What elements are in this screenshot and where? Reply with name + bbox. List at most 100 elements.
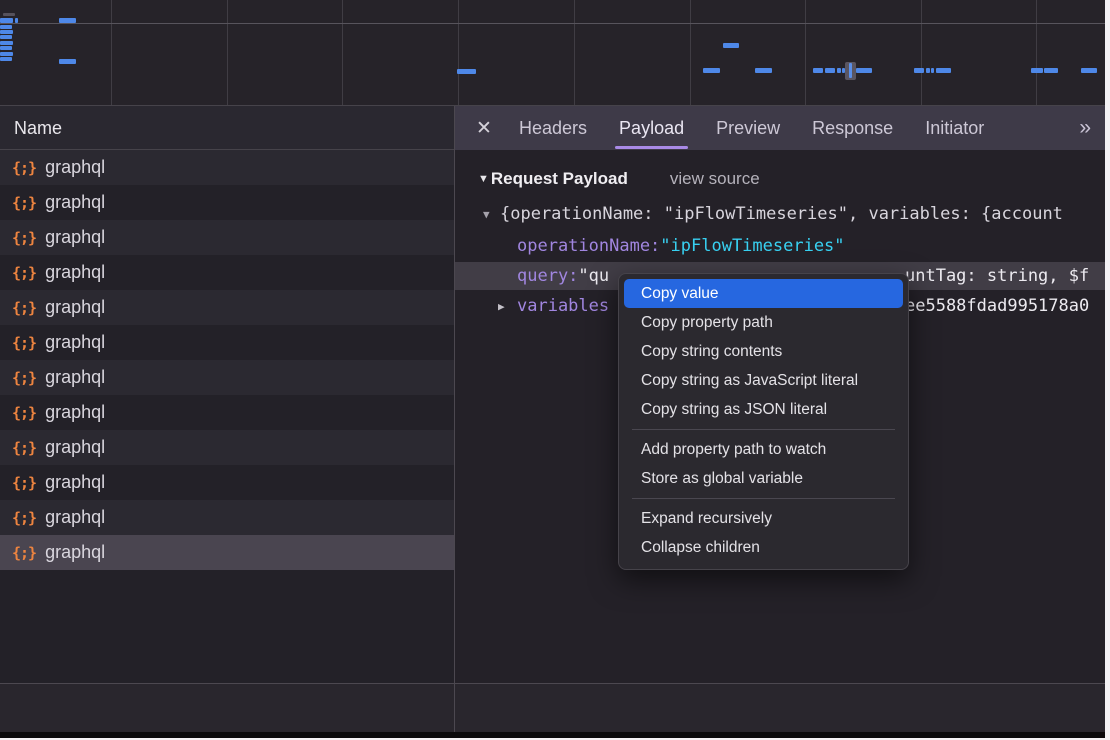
devtools-window: Name {;}graphql{;}graphql{;}graphql{;}gr… [0, 0, 1110, 740]
timeline-gridline [227, 0, 228, 105]
timeline-request-bar [825, 68, 835, 73]
request-row[interactable]: {;}graphql [0, 500, 454, 535]
menu-item-copy-string-as-javascript-literal[interactable]: Copy string as JavaScript literal [624, 366, 903, 395]
json-braces-icon: {;} [12, 439, 36, 457]
json-braces-icon: {;} [12, 544, 36, 562]
timeline-request-bar [1044, 68, 1058, 73]
json-braces-icon: {;} [12, 404, 36, 422]
tab-preview[interactable]: Preview [700, 106, 796, 150]
timeline-request-bar [926, 68, 930, 73]
request-name: graphql [45, 262, 105, 283]
request-name: graphql [45, 297, 105, 318]
menu-item-store-as-global-variable[interactable]: Store as global variable [624, 464, 903, 493]
request-name: graphql [45, 507, 105, 528]
timeline-gridline [111, 0, 112, 105]
close-icon[interactable]: ✕ [465, 117, 503, 140]
json-braces-icon: {;} [12, 299, 36, 317]
request-name: graphql [45, 227, 105, 248]
timeline-request-bar [457, 69, 476, 74]
request-row[interactable]: {;}graphql [0, 185, 454, 220]
request-list-pane: Name {;}graphql{;}graphql{;}graphql{;}gr… [0, 106, 454, 740]
collapsed-arrow-icon[interactable]: ▶ [498, 300, 505, 313]
request-row[interactable]: {;} graphql [0, 360, 454, 395]
timeline-selected-marker [849, 63, 852, 78]
request-payload-section[interactable]: ▼ Request Payload view source [455, 164, 1105, 194]
menu-separator [632, 498, 895, 499]
request-row[interactable]: {;} graphql [0, 395, 454, 430]
name-column-header[interactable]: Name [0, 106, 454, 150]
tab-response[interactable]: Response [796, 106, 909, 150]
request-row[interactable]: {;} graphql [0, 290, 454, 325]
context-menu: Copy valueCopy property pathCopy string … [618, 273, 909, 570]
screenshot-edge-right [1105, 0, 1110, 740]
collapse-arrow-icon[interactable]: ▼ [478, 173, 489, 185]
timeline-request-bar [813, 68, 823, 73]
property-key: variables [517, 296, 609, 316]
timeline-request-bar [1031, 68, 1043, 73]
timeline-gridline [342, 0, 343, 105]
tab-headers[interactable]: Headers [503, 106, 603, 150]
more-tabs-icon[interactable]: » [1079, 116, 1105, 140]
tab-payload[interactable]: Payload [603, 106, 700, 150]
json-braces-icon: {;} [12, 159, 36, 177]
tab-initiator[interactable]: Initiator [909, 106, 1000, 150]
timeline-request-bar [0, 25, 12, 29]
json-braces-icon: {;} [12, 264, 36, 282]
menu-item-copy-property-path[interactable]: Copy property path [624, 308, 903, 337]
operation-name-row[interactable]: operationName: "ipFlowTimeseries" [455, 232, 1105, 260]
menu-item-collapse-children[interactable]: Collapse children [624, 533, 903, 562]
timeline-request-bar [0, 57, 12, 61]
timeline-request-bar [0, 35, 12, 39]
request-row[interactable]: {;}graphql [0, 325, 454, 360]
expanded-arrow-icon[interactable]: ▼ [483, 208, 490, 221]
menu-item-copy-string-as-json-literal[interactable]: Copy string as JSON literal [624, 395, 903, 424]
json-braces-icon: {;} [12, 369, 36, 387]
request-row[interactable]: {;} graphql [0, 255, 454, 290]
timeline-request-bar [931, 68, 934, 73]
timeline-gridline [805, 0, 806, 105]
timeline-gridline [690, 0, 691, 105]
request-name: graphql [45, 192, 105, 213]
request-list: {;} graphql {;} graphql {;} graphql {;} graphql… [0, 150, 454, 570]
view-source-link[interactable]: view source [670, 169, 760, 189]
property-key: operationName: [517, 236, 660, 256]
timeline-request-bar [0, 46, 12, 50]
timeline-request-bar [703, 68, 720, 73]
request-row[interactable]: {;} graphql [0, 220, 454, 255]
request-name: graphql [45, 472, 105, 493]
request-name: graphql [45, 157, 105, 178]
request-row[interactable]: {;}graphql [0, 465, 454, 500]
property-value-left: "qu [578, 266, 609, 286]
timeline-request-bar [837, 68, 841, 73]
section-title: Request Payload [491, 169, 628, 189]
timeline-lane-divider [0, 23, 1105, 24]
pane-divider[interactable] [454, 106, 455, 732]
timeline-request-bar [59, 18, 76, 23]
json-braces-icon: {;} [12, 229, 36, 247]
menu-item-add-property-path-to-watch[interactable]: Add property path to watch [624, 435, 903, 464]
menu-item-copy-value[interactable]: Copy value [624, 279, 903, 308]
menu-item-expand-recursively[interactable]: Expand recursively [624, 504, 903, 533]
timeline-request-bar [914, 68, 924, 73]
network-overview-timeline[interactable] [0, 0, 1105, 106]
property-value-right: untTag: string, $f [905, 266, 1089, 286]
request-row[interactable]: {;}graphql [0, 535, 454, 570]
timeline-gridline [1036, 0, 1037, 105]
object-preview-text: {operationName: "ipFlowTimeseries", vari… [500, 204, 1063, 224]
request-row[interactable]: {;}graphql [0, 430, 454, 465]
menu-item-copy-string-contents[interactable]: Copy string contents [624, 337, 903, 366]
footer-divider [0, 683, 1105, 684]
timeline-request-bar [0, 18, 13, 23]
property-key: query: [517, 266, 578, 286]
timeline-request-bar [0, 30, 13, 34]
request-name: graphql [45, 367, 105, 388]
request-row[interactable]: {;} graphql [0, 150, 454, 185]
timeline-request-bar [3, 13, 15, 16]
request-name: graphql [45, 402, 105, 423]
timeline-gridline [574, 0, 575, 105]
timeline-request-bar [723, 43, 739, 48]
timeline-request-bar [59, 59, 76, 64]
menu-separator [632, 429, 895, 430]
object-preview-row[interactable]: ▼ {operationName: "ipFlowTimeseries", va… [455, 200, 1105, 228]
request-name: graphql [45, 332, 105, 353]
